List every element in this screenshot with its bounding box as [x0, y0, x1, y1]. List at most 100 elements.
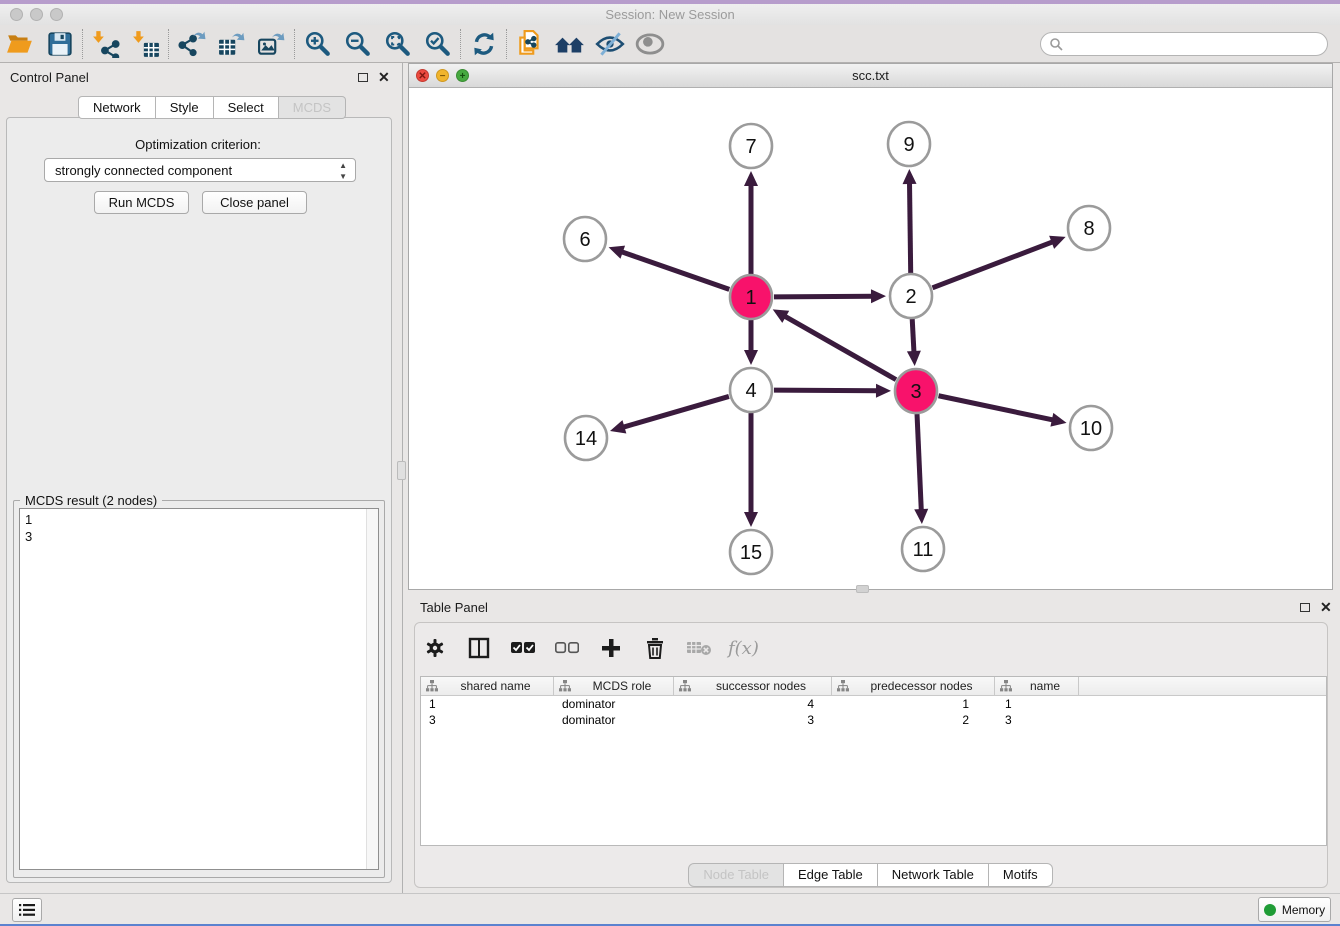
graph-edge-arrowhead — [1050, 413, 1066, 427]
export-network-icon[interactable] — [172, 27, 212, 61]
graph-edge-4-3[interactable] — [774, 390, 879, 391]
network-title-bar[interactable]: scc.txt ✕ − + — [409, 64, 1332, 88]
save-session-icon[interactable] — [40, 27, 80, 61]
search-input[interactable] — [1063, 36, 1317, 53]
graph-node-label: 9 — [903, 134, 914, 156]
network-view-window: scc.txt ✕ − + 7968124314101511 — [408, 63, 1333, 590]
graph-edge-arrowhead — [871, 289, 886, 303]
column-header-predecessor-nodes[interactable]: predecessor nodes — [832, 677, 995, 695]
close-panel-button[interactable]: Close panel — [202, 191, 307, 214]
clone-network-icon[interactable] — [510, 27, 550, 61]
task-history-button[interactable] — [12, 898, 42, 922]
tab-style[interactable]: Style — [156, 96, 214, 119]
column-browser-icon[interactable] — [464, 633, 494, 663]
graph-edge-3-1[interactable] — [783, 315, 896, 379]
deselect-all-columns-icon[interactable] — [552, 633, 582, 663]
select-all-columns-icon[interactable] — [508, 633, 538, 663]
column-header-name[interactable]: name — [995, 677, 1079, 695]
function-builder-icon[interactable]: f(x) — [728, 638, 759, 659]
float-table-panel-icon[interactable] — [1300, 603, 1310, 612]
tab-motifs[interactable]: Motifs — [989, 863, 1053, 887]
graph-edge-2-3[interactable] — [912, 319, 914, 354]
delete-table-icon[interactable] — [684, 633, 714, 663]
maximize-window-button[interactable] — [50, 8, 63, 21]
control-panel-title: Control Panel — [10, 70, 89, 85]
graph-node-label: 10 — [1080, 418, 1102, 440]
toolbar-separator — [168, 29, 170, 59]
memory-label: Memory — [1282, 903, 1325, 917]
column-header-mcds-role[interactable]: MCDS role — [554, 677, 674, 695]
zoom-selected-icon[interactable] — [418, 27, 458, 61]
graph-edge-arrowhead — [903, 169, 917, 184]
network-minimize-button[interactable]: − — [436, 69, 449, 82]
graph-edge-1-2[interactable] — [774, 296, 874, 297]
refresh-icon[interactable] — [464, 27, 504, 61]
import-network-icon[interactable] — [86, 27, 126, 61]
select-stepper-icon: ▲▼ — [339, 160, 347, 182]
create-column-icon[interactable] — [596, 633, 626, 663]
graph-edge-3-10[interactable] — [939, 396, 1055, 421]
table-settings-icon[interactable] — [420, 633, 450, 663]
close-table-panel-icon[interactable]: ✕ — [1320, 602, 1332, 612]
close-panel-icon[interactable]: ✕ — [378, 72, 390, 82]
graph-edge-3-11[interactable] — [917, 414, 921, 512]
mcds-result-list[interactable]: 1 3 — [19, 508, 379, 870]
home-icon[interactable] — [550, 27, 590, 61]
table-cell: 1 — [995, 696, 1079, 712]
search-field[interactable] — [1040, 32, 1328, 56]
node-table[interactable]: shared nameMCDS rolesuccessor nodesprede… — [420, 676, 1327, 846]
show-details-icon[interactable] — [630, 27, 670, 61]
network-close-button[interactable]: ✕ — [416, 69, 429, 82]
tab-mcds[interactable]: MCDS — [279, 96, 346, 119]
column-header-successor-nodes[interactable]: successor nodes — [674, 677, 832, 695]
minimize-window-button[interactable] — [30, 8, 43, 21]
graph-edge-2-8[interactable] — [932, 241, 1054, 288]
tab-edge-table[interactable]: Edge Table — [784, 863, 878, 887]
result-scrollbar[interactable] — [366, 509, 378, 869]
table-cell: 3 — [674, 712, 832, 728]
window-title: Session: New Session — [0, 4, 1340, 25]
graph-edge-arrowhead — [744, 350, 758, 365]
network-title: scc.txt — [409, 64, 1332, 87]
float-panel-icon[interactable] — [358, 73, 368, 82]
criterion-select[interactable]: strongly connected component ▲▼ — [44, 158, 356, 182]
vertical-splitter-grip[interactable] — [397, 461, 406, 480]
tab-select[interactable]: Select — [214, 96, 279, 119]
open-session-icon[interactable] — [0, 27, 40, 61]
network-maximize-button[interactable]: + — [456, 69, 469, 82]
delete-column-icon[interactable] — [640, 633, 670, 663]
control-panel-controls: ✕ — [358, 72, 390, 82]
zoom-in-icon[interactable] — [298, 27, 338, 61]
graph-edge-1-6[interactable] — [620, 251, 729, 289]
table-cell: 3 — [421, 712, 554, 728]
horizontal-splitter-grip[interactable] — [856, 585, 869, 593]
application-window: Session: New Session — [0, 0, 1340, 926]
network-graph[interactable]: 7968124314101511 — [409, 88, 1332, 589]
table-row[interactable]: 3dominator323 — [421, 712, 1326, 728]
tab-network-table[interactable]: Network Table — [878, 863, 989, 887]
import-table-icon[interactable] — [126, 27, 166, 61]
graph-node-label: 1 — [745, 287, 756, 309]
column-header-shared-name[interactable]: shared name — [421, 677, 554, 695]
tab-network[interactable]: Network — [78, 96, 156, 119]
table-cell: 1 — [832, 696, 995, 712]
tab-node-table[interactable]: Node Table — [688, 863, 784, 887]
close-window-button[interactable] — [10, 8, 23, 21]
table-row[interactable]: 1dominator411 — [421, 696, 1326, 712]
zoom-fit-icon[interactable] — [378, 27, 418, 61]
memory-status-icon — [1264, 904, 1276, 916]
table-cell: 3 — [995, 712, 1079, 728]
graph-node-label: 8 — [1083, 218, 1094, 240]
export-table-icon[interactable] — [212, 27, 252, 61]
graph-edge-4-14[interactable] — [622, 396, 729, 427]
memory-button[interactable]: Memory — [1258, 897, 1331, 922]
table-cell: 2 — [832, 712, 995, 728]
export-image-icon[interactable] — [252, 27, 292, 61]
graph-edge-2-9[interactable] — [909, 181, 910, 273]
graph-node-label: 2 — [905, 286, 916, 308]
hide-details-icon[interactable] — [590, 27, 630, 61]
zoom-out-icon[interactable] — [338, 27, 378, 61]
search-icon — [1049, 37, 1063, 51]
node-table-rows: 1dominator4113dominator323 — [421, 696, 1326, 728]
run-mcds-button[interactable]: Run MCDS — [94, 191, 189, 214]
